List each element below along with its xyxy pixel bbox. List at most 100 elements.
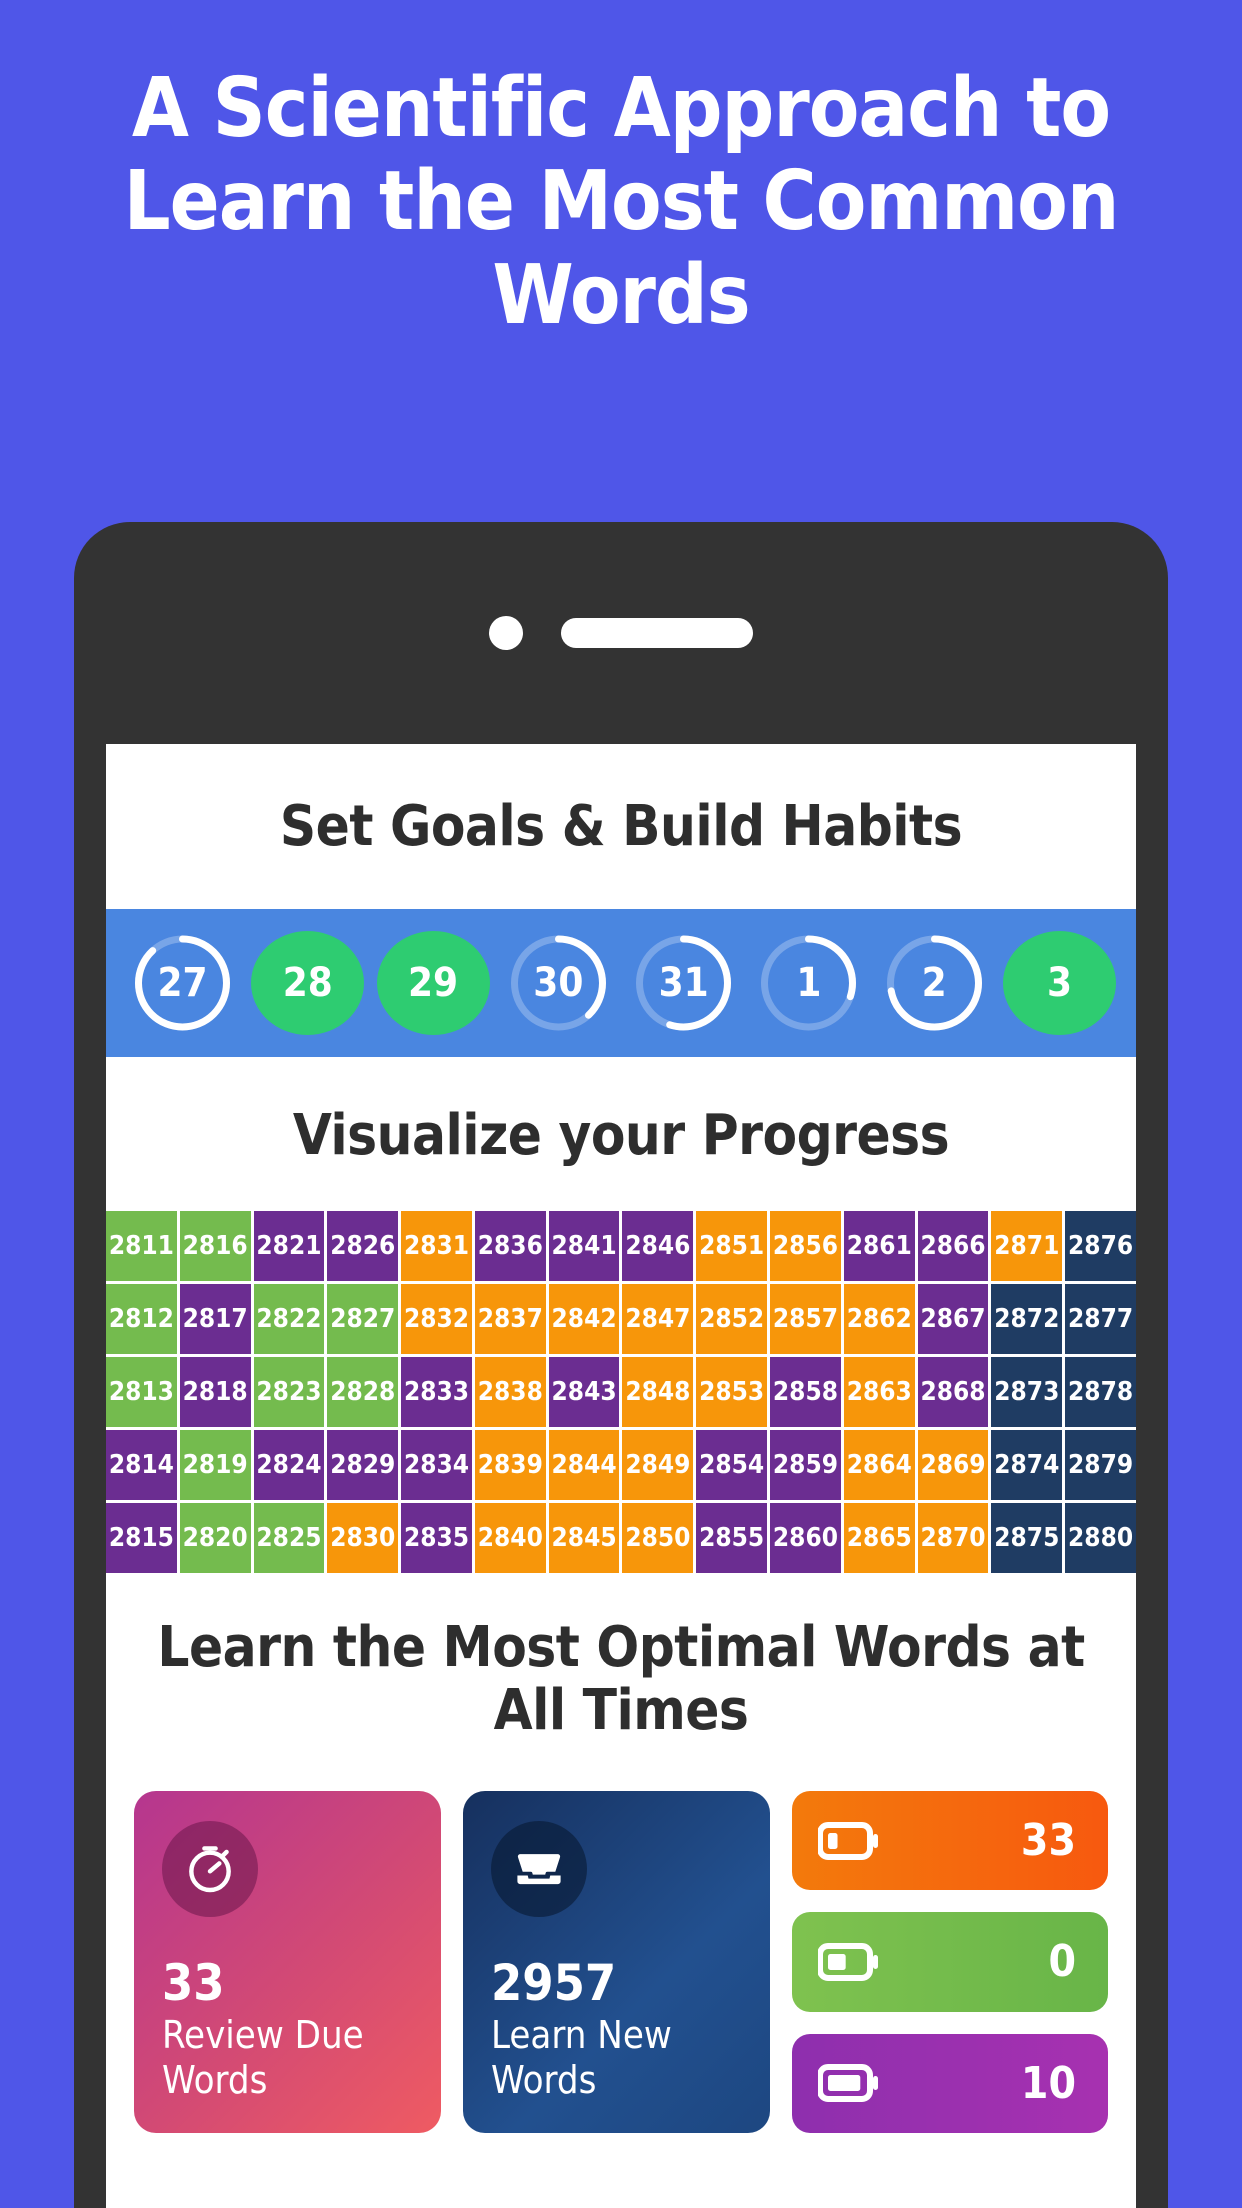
heatmap-cell[interactable]: 2819: [179, 1430, 251, 1501]
date-circle-1[interactable]: 1: [752, 931, 865, 1035]
heatmap-cell[interactable]: 2865: [843, 1503, 915, 1574]
heatmap-cell[interactable]: 2878: [1065, 1357, 1136, 1428]
heatmap-cell[interactable]: 2863: [843, 1357, 915, 1428]
review-due-card[interactable]: 33 Review Due Words: [134, 1790, 441, 2133]
heatmap-cell[interactable]: 2828: [327, 1357, 399, 1428]
date-circle-31[interactable]: 31: [627, 931, 740, 1035]
heatmap-cell[interactable]: 2854: [696, 1430, 768, 1501]
heatmap-cell[interactable]: 2855: [696, 1503, 768, 1574]
date-label: 29: [408, 959, 459, 1006]
heatmap-cell[interactable]: 2821: [253, 1211, 325, 1282]
heatmap-cell[interactable]: 2829: [327, 1430, 399, 1501]
heatmap-cell[interactable]: 2817: [179, 1284, 251, 1355]
heatmap-cell[interactable]: 2846: [622, 1211, 694, 1282]
date-circle-2[interactable]: 2: [878, 931, 991, 1035]
date-circle-29[interactable]: 29: [376, 930, 490, 1035]
heatmap-cell[interactable]: 2864: [843, 1430, 915, 1501]
heatmap-cell[interactable]: 2823: [253, 1357, 325, 1428]
heatmap-cell[interactable]: 2833: [401, 1357, 472, 1428]
heatmap-cell[interactable]: 2870: [917, 1503, 989, 1574]
heatmap-cell[interactable]: 2875: [991, 1503, 1063, 1574]
heatmap-cell[interactable]: 2873: [991, 1357, 1063, 1428]
inbox-tray-icon: [491, 1820, 587, 1917]
heatmap-cell[interactable]: 2842: [548, 1284, 620, 1355]
battery-stat-card[interactable]: 10: [792, 2033, 1108, 2133]
heatmap-cell[interactable]: 2862: [843, 1284, 915, 1355]
heatmap-cell[interactable]: 2838: [474, 1357, 546, 1428]
heatmap-cell[interactable]: 2820: [179, 1503, 251, 1574]
heatmap-cell[interactable]: 2872: [991, 1284, 1063, 1355]
heatmap-cell[interactable]: 2831: [401, 1211, 472, 1282]
date-circle-3[interactable]: 3: [1002, 930, 1116, 1035]
heatmap-cell[interactable]: 2836: [474, 1211, 546, 1282]
heatmap-cell[interactable]: 2850: [622, 1503, 694, 1574]
heatmap-cell[interactable]: 2871: [991, 1211, 1063, 1282]
learn-new-label: Learn New Words: [491, 2013, 672, 2103]
heatmap-cell[interactable]: 2860: [770, 1503, 841, 1574]
heatmap-cell[interactable]: 2816: [179, 1211, 251, 1282]
date-label: 30: [533, 959, 584, 1006]
heatmap-cell[interactable]: 2845: [548, 1503, 620, 1574]
heatmap-cell[interactable]: 2874: [991, 1430, 1063, 1501]
heatmap-cell[interactable]: 2837: [474, 1284, 546, 1355]
heatmap-cell[interactable]: 2827: [327, 1284, 399, 1355]
date-label: 3: [1046, 959, 1072, 1006]
date-circle-28[interactable]: 28: [251, 930, 365, 1035]
heatmap-cell[interactable]: 2813: [106, 1357, 177, 1428]
heatmap-cell[interactable]: 2869: [917, 1430, 989, 1501]
heatmap-cell[interactable]: 2812: [106, 1284, 177, 1355]
heatmap-cell[interactable]: 2815: [106, 1503, 177, 1574]
heatmap-cell[interactable]: 2851: [696, 1211, 768, 1282]
heatmap-cell[interactable]: 2832: [401, 1284, 472, 1355]
heatmap-cell[interactable]: 2825: [253, 1503, 325, 1574]
heatmap-cell[interactable]: 2814: [106, 1430, 177, 1501]
date-strip[interactable]: 27 28 29 30 31 1 2 3: [106, 908, 1136, 1057]
battery-stat-card[interactable]: 0: [792, 1912, 1108, 2012]
heatmap-cell[interactable]: 2811: [106, 1211, 177, 1282]
battery-stat-card[interactable]: 33: [792, 1790, 1108, 1891]
heatmap-cell[interactable]: 2835: [401, 1503, 472, 1574]
page-headline: A Scientific Approach to Learn the Most …: [123, 61, 1120, 343]
heatmap-cell[interactable]: 2826: [327, 1211, 399, 1282]
heatmap-cell[interactable]: 2843: [548, 1357, 620, 1428]
section-title-progress: Visualize your Progress: [292, 1102, 950, 1168]
heatmap-cell[interactable]: 2856: [770, 1211, 841, 1282]
heatmap-cell[interactable]: 2853: [696, 1357, 768, 1428]
heatmap-cell[interactable]: 2841: [548, 1211, 620, 1282]
heatmap-cell[interactable]: 2849: [622, 1430, 694, 1501]
heatmap-cell[interactable]: 2847: [622, 1284, 694, 1355]
heatmap-cell[interactable]: 2859: [770, 1430, 841, 1501]
heatmap-cell[interactable]: 2880: [1065, 1503, 1136, 1574]
heatmap-cell[interactable]: 2848: [622, 1357, 694, 1428]
learn-new-card[interactable]: 2957 Learn New Words: [463, 1790, 770, 2133]
heatmap-cell[interactable]: 2818: [179, 1357, 251, 1428]
heatmap-cell[interactable]: 2834: [401, 1430, 472, 1501]
heatmap-cell[interactable]: 2867: [917, 1284, 989, 1355]
heatmap-cell[interactable]: 2839: [474, 1430, 546, 1501]
heatmap-cell[interactable]: 2840: [474, 1503, 546, 1574]
date-label: 1: [796, 959, 822, 1006]
heatmap-cell[interactable]: 2852: [696, 1284, 768, 1355]
stat-cards-row: 33 Review Due Words 2957 Learn New Words…: [106, 1777, 1136, 2133]
learn-new-count: 2957: [491, 1953, 617, 2012]
heatmap-cell[interactable]: 2868: [917, 1357, 989, 1428]
phone-notch: [74, 522, 1168, 744]
heatmap-cell[interactable]: 2830: [327, 1503, 399, 1574]
date-label: 27: [157, 959, 208, 1006]
heatmap-cell[interactable]: 2877: [1065, 1284, 1136, 1355]
date-label: 2: [921, 959, 947, 1006]
heatmap-cell[interactable]: 2822: [253, 1284, 325, 1355]
heatmap-cell[interactable]: 2844: [548, 1430, 620, 1501]
heatmap-cell[interactable]: 2879: [1065, 1430, 1136, 1501]
heatmap-cell[interactable]: 2857: [770, 1284, 841, 1355]
word-heatmap-grid[interactable]: 2811 2816 2821 2826 2831 2836 2841 2846 2851 2856…: [106, 1211, 1136, 1574]
heatmap-cell[interactable]: 2861: [843, 1211, 915, 1282]
battery-full-icon: [818, 2063, 880, 2103]
heatmap-cell[interactable]: 2824: [253, 1430, 325, 1501]
heatmap-cell[interactable]: 2876: [1065, 1211, 1136, 1282]
heatmap-cell[interactable]: 2858: [770, 1357, 841, 1428]
date-circle-30[interactable]: 30: [502, 931, 615, 1035]
battery-stats-column: 33 0 10: [792, 1790, 1108, 2133]
date-circle-27[interactable]: 27: [126, 931, 239, 1035]
heatmap-cell[interactable]: 2866: [917, 1211, 989, 1282]
